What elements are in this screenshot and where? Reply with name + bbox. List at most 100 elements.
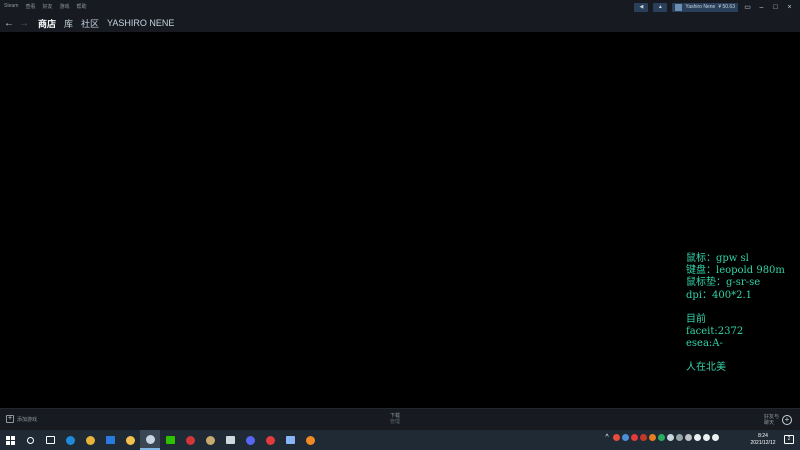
chat-label: 聊天 bbox=[763, 420, 774, 426]
taskbar-app-app-circle[interactable] bbox=[280, 430, 300, 450]
plus-icon: + bbox=[6, 415, 14, 423]
store-content bbox=[0, 32, 800, 408]
league-icon bbox=[205, 435, 215, 445]
taskbar-app-wechat[interactable] bbox=[160, 430, 180, 450]
menu-view[interactable]: 查看 bbox=[25, 3, 35, 10]
taskbar-app-league[interactable] bbox=[200, 430, 220, 450]
minimize-icon[interactable]: – bbox=[757, 4, 766, 11]
tray-green-icon[interactable] bbox=[658, 434, 665, 441]
tray-red-icon[interactable] bbox=[613, 434, 620, 441]
file-explorer-icon bbox=[125, 435, 135, 445]
menu-steam[interactable]: Steam bbox=[4, 3, 18, 10]
taskbar-app-edge[interactable] bbox=[60, 430, 80, 450]
app-circle-icon bbox=[285, 436, 295, 444]
tray-icons bbox=[613, 434, 719, 441]
tray-wifi-icon[interactable] bbox=[694, 434, 701, 441]
taskbar-app-file-explorer[interactable] bbox=[120, 430, 140, 450]
steam-icon bbox=[145, 434, 155, 444]
tray-volume-icon[interactable] bbox=[703, 434, 710, 441]
back-arrow-icon[interactable]: ← bbox=[3, 18, 15, 29]
riot-vanguard-icon bbox=[185, 435, 195, 445]
tray-gray-icon[interactable] bbox=[676, 434, 683, 441]
discord-icon bbox=[245, 435, 255, 445]
friends-chat-button[interactable]: 好友与 聊天 + bbox=[764, 414, 792, 426]
taskbar-icons bbox=[0, 430, 320, 450]
task-view-icon bbox=[45, 436, 55, 444]
broadcast-icon[interactable]: ◀ bbox=[634, 2, 649, 12]
overlay-dpi: dpi：400*2.1 bbox=[686, 289, 752, 301]
system-tray: ^ bbox=[603, 434, 719, 441]
notification-count: 2 bbox=[787, 436, 791, 442]
tray-ime-icon[interactable] bbox=[712, 434, 719, 441]
tray-netease-icon[interactable] bbox=[631, 434, 638, 441]
taskbar-app-netease-music[interactable] bbox=[260, 430, 280, 450]
overlay-faceit: faceit:2372 bbox=[686, 326, 744, 338]
clock-app-icon bbox=[225, 436, 235, 444]
windows-taskbar: ^ 8:24 2021/12/12 2 bbox=[0, 430, 800, 450]
overlay-keyboard: 键盘：leopold 980m bbox=[686, 265, 785, 277]
add-game-label: 添加游戏 bbox=[17, 416, 38, 423]
steam-bottombar: + 添加游戏 下载 管理 好友与 聊天 + bbox=[0, 408, 800, 430]
overlay-location: 人在北美 bbox=[686, 362, 726, 374]
taskbar-clock[interactable]: 8:24 2021/12/12 bbox=[745, 433, 781, 447]
close-icon[interactable]: × bbox=[785, 4, 794, 11]
tray-blue-icon[interactable] bbox=[622, 434, 629, 441]
overlay-spacer bbox=[686, 350, 785, 362]
downloads-sublabel: 管理 bbox=[390, 419, 401, 425]
tray-overflow-icon[interactable]: ^ bbox=[603, 434, 611, 441]
taskbar-app-obs[interactable] bbox=[300, 430, 320, 450]
add-game-button[interactable]: + 添加游戏 bbox=[6, 415, 37, 423]
friends-plus-icon: + bbox=[782, 415, 792, 425]
steam-navbar: ← → 商店 库 社区 YASHIRO NENE bbox=[0, 14, 800, 32]
stream-overlay-text: 鼠标：gpw sl 键盘：leopold 980m 鼠标垫：g-sr-se dp… bbox=[686, 253, 785, 375]
search-icon bbox=[26, 436, 34, 444]
tab-community[interactable]: 社区 bbox=[81, 17, 99, 30]
overlay-current: 目前 bbox=[686, 313, 706, 325]
task-view-button[interactable] bbox=[40, 430, 60, 450]
overlay-spacer bbox=[686, 302, 785, 314]
pinned-apps bbox=[60, 430, 320, 450]
taskbar-app-discord[interactable] bbox=[240, 430, 260, 450]
clock-date: 2021/12/12 bbox=[750, 440, 776, 446]
taskbar-app-clock-app[interactable] bbox=[220, 430, 240, 450]
steam-titlebar: Steam 查看 好友 游戏 帮助 ◀ ▲ Yashiro Nene ¥ 50.… bbox=[0, 0, 800, 14]
obs-icon bbox=[305, 435, 315, 445]
overlay-esea: esea:A- bbox=[686, 338, 723, 350]
notification-center-icon[interactable]: 2 bbox=[784, 435, 794, 444]
taskbar-app-outlook[interactable] bbox=[100, 430, 120, 450]
titlebar-controls: ◀ ▲ Yashiro Nene ¥ 50.63 ▭ – □ × bbox=[634, 2, 794, 12]
menu-friends[interactable]: 好友 bbox=[42, 3, 52, 10]
search-button[interactable] bbox=[20, 430, 40, 450]
overlay-mouse: 鼠标：gpw sl bbox=[686, 253, 749, 264]
menu-help[interactable]: 帮助 bbox=[77, 3, 87, 10]
taskbar-app-chrome[interactable] bbox=[80, 430, 100, 450]
netease-music-icon bbox=[265, 435, 275, 445]
menu-games[interactable]: 游戏 bbox=[59, 3, 69, 10]
wallet-balance: ¥ 50.63 bbox=[718, 4, 735, 10]
tray-red2-icon[interactable] bbox=[640, 434, 647, 441]
clock-time: 8:24 bbox=[758, 433, 768, 439]
start-button[interactable] bbox=[0, 430, 20, 450]
account-menu[interactable]: Yashiro Nene ¥ 50.63 bbox=[672, 2, 738, 12]
overlay-mousepad: 鼠标垫：g-sr-se bbox=[686, 277, 761, 289]
tab-store[interactable]: 商店 bbox=[38, 17, 56, 30]
notifications-bell-icon[interactable]: ▲ bbox=[653, 2, 668, 12]
outlook-icon bbox=[105, 436, 115, 444]
avatar bbox=[675, 3, 683, 11]
edge-icon bbox=[65, 435, 75, 445]
tray-orange-icon[interactable] bbox=[649, 434, 656, 441]
steam-menu: Steam 查看 好友 游戏 帮助 bbox=[4, 3, 87, 10]
windows-logo-icon bbox=[5, 435, 15, 445]
tray-steam-icon[interactable] bbox=[667, 434, 674, 441]
taskbar-app-riot-vanguard[interactable] bbox=[180, 430, 200, 450]
chrome-icon bbox=[85, 435, 95, 445]
tray-display-icon[interactable] bbox=[685, 434, 692, 441]
tab-library[interactable]: 库 bbox=[64, 17, 73, 30]
maximize-icon[interactable]: □ bbox=[771, 4, 780, 11]
big-picture-icon[interactable]: ▭ bbox=[743, 3, 752, 11]
account-name: Yashiro Nene bbox=[685, 4, 716, 10]
tab-profile[interactable]: YASHIRO NENE bbox=[107, 18, 174, 28]
taskbar-app-steam[interactable] bbox=[140, 430, 160, 450]
forward-arrow-icon[interactable]: → bbox=[18, 18, 30, 29]
downloads-button[interactable]: 下载 管理 bbox=[390, 413, 400, 425]
